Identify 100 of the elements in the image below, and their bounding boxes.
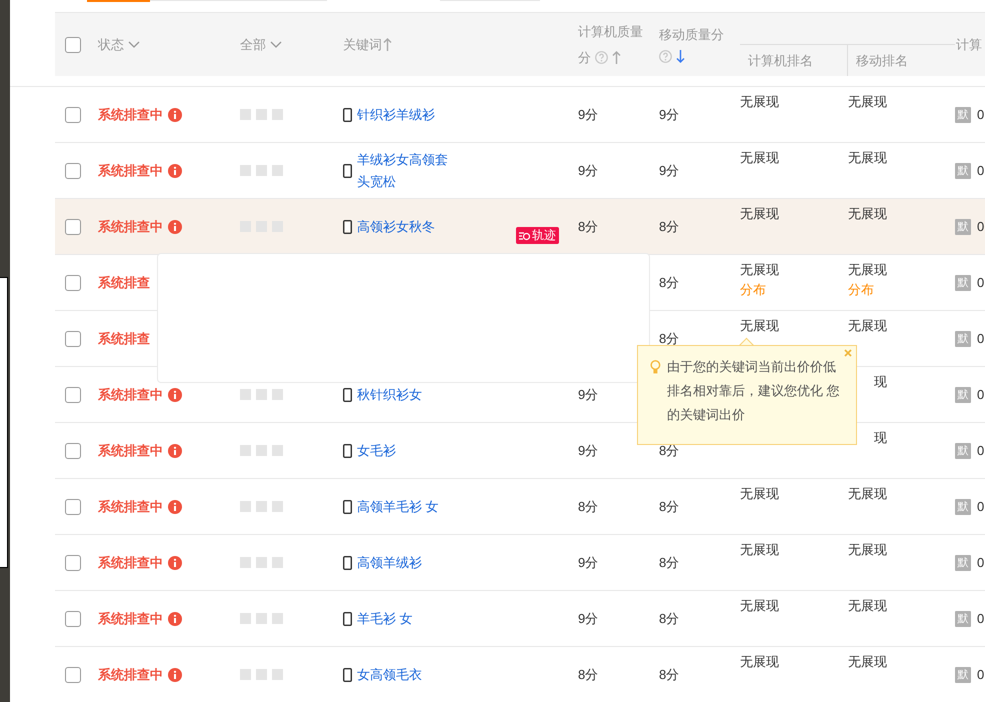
placeholder-block [256,501,267,512]
rank-cell: 现 [874,374,887,390]
value-cell: 0 [977,667,984,682]
select-all-checkbox[interactable] [65,36,81,52]
close-icon[interactable] [844,349,852,357]
info-icon[interactable] [168,668,182,682]
status-text: 系统排查中 [98,666,163,684]
row-checkbox[interactable] [65,666,81,682]
info-icon[interactable] [168,108,182,122]
placeholder-block [240,501,251,512]
row-checkbox[interactable] [65,274,81,290]
rank-cell: 无展现 [848,486,887,502]
help-icon[interactable] [659,50,672,63]
phone-icon [343,556,352,570]
placeholder-block [272,109,283,120]
info-icon[interactable] [168,444,182,458]
placeholder-block [256,389,267,400]
info-icon[interactable] [168,556,182,570]
status-text: 系统排查中 [98,106,163,124]
row-checkbox[interactable] [65,330,81,346]
rank-cell: 无展现 [740,150,779,166]
status-text: 系统排查中 [98,442,163,460]
status-text: 系统排查 [98,274,150,292]
keyword-link[interactable]: 高领羊毛衫 女 [357,496,457,518]
table-row[interactable]: 系统排查中 女高领毛衣 8分 8分 无展现 无展现 默 0 [55,647,985,702]
column-header: 移动排名 [855,52,908,70]
rank-cell: 无展现 [848,542,887,558]
placeholder-block [240,445,251,456]
chevron-down-icon [270,40,282,48]
phone-icon [343,444,352,458]
default-tag: 默 [955,106,971,122]
info-icon[interactable] [168,612,182,626]
score-cell: 9分 [578,386,598,404]
value-cell: 0 [977,275,984,290]
keyword-link[interactable]: 女毛衫 [357,440,457,462]
row-checkbox[interactable] [65,442,81,458]
info-icon[interactable] [168,164,182,178]
row-checkbox[interactable] [65,554,81,570]
help-icon[interactable] [595,51,608,64]
row-checkbox[interactable] [65,498,81,514]
placeholder-block [256,445,267,456]
placeholder-block [240,557,251,568]
status-text: 系统排查中 [98,610,163,628]
keyword-link[interactable]: 羊毛衫 女 [357,608,457,630]
default-tag: 默 [955,610,971,626]
row-checkbox[interactable] [65,386,81,402]
rank-cell: 无展现 [848,94,887,110]
score-cell: 8分 [659,498,680,516]
keyword-link[interactable]: 女高领毛衣 [357,664,457,686]
score-cell: 8分 [578,218,598,236]
placeholder-block [272,165,283,176]
rank-cell: 无展现 [740,94,779,110]
rank-cell: 无展现 [740,598,779,614]
status-text: 系统排查中 [98,498,163,516]
row-checkbox[interactable] [65,610,81,626]
value-cell: 0 [977,219,984,234]
keyword-link[interactable]: 秋针织衫女 [357,384,457,406]
sort-down-icon[interactable] [676,50,685,63]
table-row[interactable]: 系统排查中 高领衫女秋冬 轨迹 8分 8分 无展现 无展现 默 0 [55,199,985,255]
info-icon[interactable] [168,500,182,514]
placeholder-block [256,557,267,568]
row-checkbox[interactable] [65,218,81,234]
sort-up-icon[interactable] [383,38,392,51]
placeholder-block [256,613,267,624]
score-cell: 9分 [659,162,680,180]
tab-indicator [87,0,150,2]
table-row[interactable]: 系统排查中 羊毛衫 女 9分 8分 无展现 无展现 默 0 [55,591,985,647]
sort-up-icon[interactable] [612,51,621,64]
default-tag: 默 [955,442,971,458]
phone-icon [343,388,352,402]
phone-icon [343,668,352,682]
default-tag: 默 [955,666,971,682]
table-row[interactable]: 系统排查中 高领羊毛衫 女 8分 8分 无展现 无展现 默 0 [55,479,985,535]
rank-cell: 无展现 [740,262,779,278]
status-text: 系统排查中 [98,554,163,572]
keyword-link[interactable]: 针织衫羊绒衫 [357,104,457,126]
keyword-link[interactable]: 高领衫女秋冬 [357,216,457,238]
value-cell: 0 [977,331,984,346]
value-cell: 0 [977,555,984,570]
keyword-link[interactable]: 羊绒衫女高领套头宽松 [357,148,457,192]
table-row[interactable]: 系统排查中 针织衫羊绒衫 9分 9分 无展现 无展现 默 0 [55,87,985,143]
info-icon[interactable] [168,220,182,234]
default-tag: 默 [955,498,971,514]
table-row[interactable]: 系统排查中 高领羊绒衫 9分 8分 无展现 无展现 默 0 [55,535,985,591]
column-header: 计算 [956,36,982,54]
default-tag: 默 [955,330,971,346]
keyword-link[interactable]: 高领羊绒衫 [357,552,457,574]
placeholder-block [272,501,283,512]
track-badge[interactable]: 轨迹 [516,227,559,244]
row-checkbox[interactable] [65,106,81,122]
rank-cell: 无展现 [740,206,779,222]
score-cell: 8分 [659,442,680,460]
row-checkbox[interactable] [65,162,81,178]
score-cell: 8分 [659,610,680,628]
lightbulb-icon [650,360,661,375]
score-cell: 8分 [659,274,680,292]
phone-icon [343,220,352,234]
default-tag: 默 [955,162,971,178]
score-cell: 9分 [659,106,680,124]
info-icon[interactable] [168,388,182,402]
